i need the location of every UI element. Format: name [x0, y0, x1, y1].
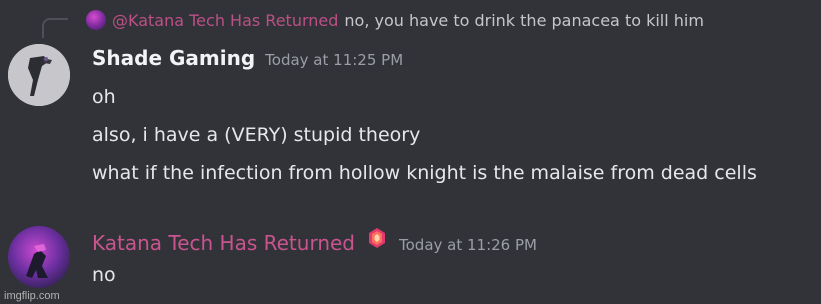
reply-preview[interactable]: @Katana Tech Has Returned no, you have t… — [58, 6, 704, 34]
avatar[interactable] — [8, 44, 70, 106]
timestamp[interactable]: Today at 11:25 PM — [265, 51, 403, 69]
avatar-image — [8, 44, 70, 106]
message-header: Katana Tech Has Returned Today at 11:26 … — [92, 226, 537, 255]
avatar[interactable] — [8, 226, 70, 288]
username[interactable]: Shade Gaming — [92, 46, 255, 70]
reply-text[interactable]: no, you have to drink the panacea to kil… — [344, 11, 704, 30]
reply-avatar[interactable] — [86, 10, 106, 30]
role-badge-icon[interactable] — [365, 226, 389, 250]
message-text: oh — [92, 86, 116, 108]
username[interactable]: Katana Tech Has Returned — [92, 231, 355, 255]
reply-mention[interactable]: @Katana Tech Has Returned — [112, 11, 338, 30]
avatar-image — [8, 226, 70, 288]
watermark: imgflip.com — [4, 290, 60, 302]
chat-view: @Katana Tech Has Returned no, you have t… — [0, 0, 821, 304]
timestamp[interactable]: Today at 11:26 PM — [399, 236, 537, 254]
message-text: also, i have a (VERY) stupid theory — [92, 124, 421, 146]
message-text: no — [92, 264, 116, 286]
message-text: what if the infection from hollow knight… — [92, 162, 757, 184]
message-header: Shade Gaming Today at 11:25 PM — [92, 46, 403, 70]
